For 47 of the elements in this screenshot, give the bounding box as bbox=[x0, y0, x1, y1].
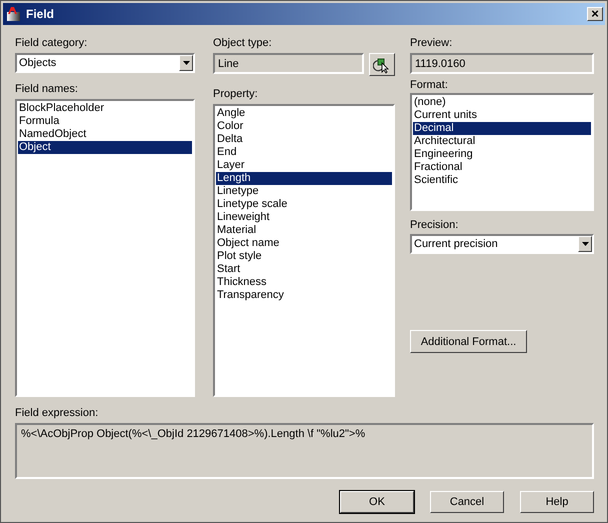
additional-format-button[interactable]: Additional Format... bbox=[410, 330, 527, 353]
list-item[interactable]: Angle bbox=[216, 107, 392, 120]
list-item[interactable]: BlockPlaceholder bbox=[18, 102, 192, 115]
property-label: Property: bbox=[213, 87, 258, 101]
list-item[interactable]: Start bbox=[216, 263, 392, 276]
list-item[interactable]: Layer bbox=[216, 159, 392, 172]
list-item[interactable]: (none) bbox=[413, 96, 591, 109]
list-item[interactable]: Linetype scale bbox=[216, 198, 392, 211]
dialog-button[interactable]: Cancel bbox=[430, 491, 504, 513]
precision-label: Precision: bbox=[410, 218, 458, 232]
list-item[interactable]: Fractional bbox=[413, 161, 591, 174]
dialog-button[interactable]: Help bbox=[520, 491, 594, 513]
app-logo-icon bbox=[6, 6, 22, 22]
list-item[interactable]: Object name bbox=[216, 237, 392, 250]
select-object-button[interactable] bbox=[369, 53, 395, 76]
list-item[interactable]: Material bbox=[216, 224, 392, 237]
field-category-label: Field category: bbox=[15, 36, 88, 50]
object-type-label: Object type: bbox=[213, 36, 272, 50]
object-type-field: Line bbox=[213, 53, 364, 74]
list-item[interactable]: Delta bbox=[216, 133, 392, 146]
list-item[interactable]: Object bbox=[18, 141, 192, 154]
list-item[interactable]: Architectural bbox=[413, 135, 591, 148]
list-item[interactable]: Thickness bbox=[216, 276, 392, 289]
preview-field: 1119.0160 bbox=[410, 53, 594, 74]
list-item[interactable]: Transparency bbox=[216, 289, 392, 302]
list-item[interactable]: NamedObject bbox=[18, 128, 192, 141]
list-item[interactable]: Linetype bbox=[216, 185, 392, 198]
list-item[interactable]: End bbox=[216, 146, 392, 159]
list-item[interactable]: Formula bbox=[18, 115, 192, 128]
precision-dropdown[interactable]: Current precision bbox=[410, 234, 594, 254]
list-item[interactable]: Lineweight bbox=[216, 211, 392, 224]
close-button[interactable]: × bbox=[587, 7, 603, 21]
list-item[interactable]: Current units bbox=[413, 109, 591, 122]
field-expression-field: %<\AcObjProp Object(%<\_ObjId 2129671408>%).Length \f "%lu2">% bbox=[15, 423, 594, 479]
list-item[interactable]: Length bbox=[216, 172, 392, 185]
list-item[interactable]: Scientific bbox=[413, 174, 591, 187]
field-category-dropdown[interactable]: Objects bbox=[15, 53, 195, 73]
preview-label: Preview: bbox=[410, 36, 452, 50]
list-item[interactable]: Plot style bbox=[216, 250, 392, 263]
list-item[interactable]: Decimal bbox=[413, 122, 591, 135]
field-names-label: Field names: bbox=[15, 82, 78, 96]
dialog-button[interactable]: OK bbox=[340, 491, 414, 513]
format-label: Format: bbox=[410, 78, 448, 92]
window-title: Field bbox=[26, 7, 56, 21]
field-expression-label: Field expression: bbox=[15, 406, 98, 420]
list-item[interactable]: Color bbox=[216, 120, 392, 133]
list-item[interactable]: Engineering bbox=[413, 148, 591, 161]
